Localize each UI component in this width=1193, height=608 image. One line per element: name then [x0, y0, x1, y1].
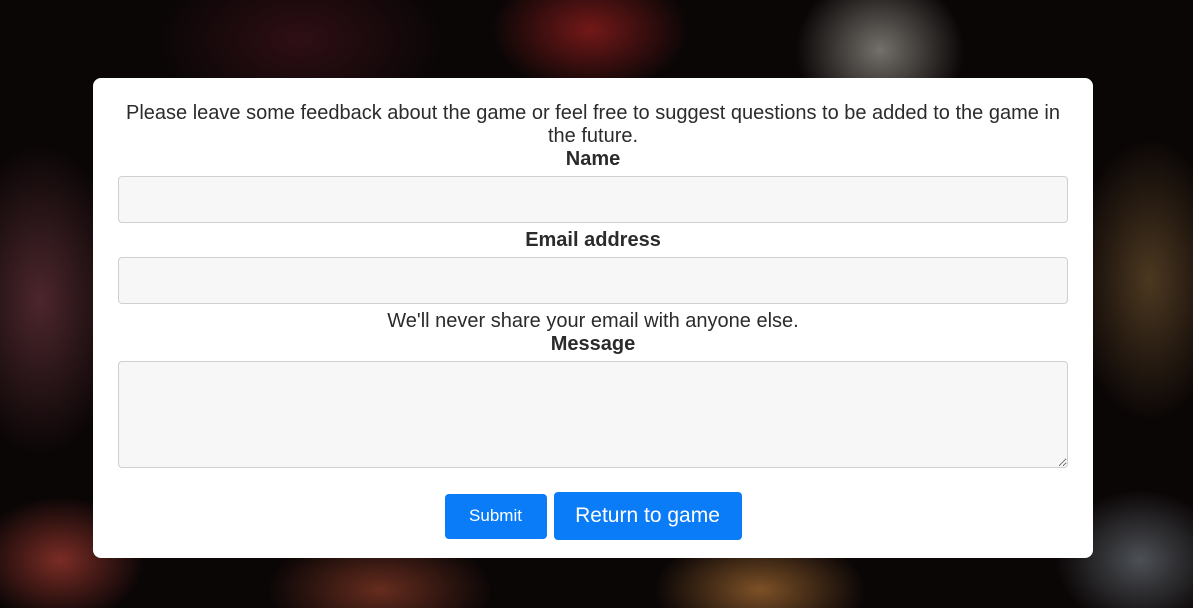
name-label: Name — [565, 148, 621, 170]
submit-button[interactable]: Submit — [444, 493, 547, 539]
intro-text: Please leave some feedback about the gam… — [126, 102, 1060, 147]
message-label: Message — [550, 333, 636, 355]
form-actions: Submit Return to game — [118, 492, 1068, 540]
message-textarea[interactable] — [118, 361, 1068, 468]
return-to-game-button[interactable]: Return to game — [553, 492, 742, 540]
email-help-text: We'll never share your email with anyone… — [387, 310, 799, 332]
feedback-card: Please leave some feedback about the gam… — [93, 78, 1093, 558]
name-input[interactable] — [118, 176, 1068, 223]
email-label: Email address — [525, 229, 661, 251]
email-input[interactable] — [118, 257, 1068, 304]
